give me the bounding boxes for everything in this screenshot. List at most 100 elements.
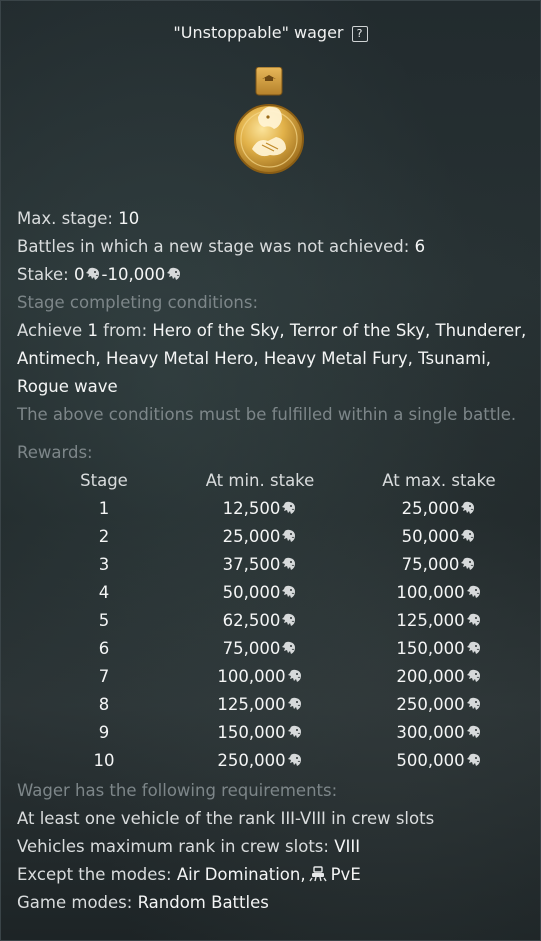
reward-stage: 6 (98, 639, 110, 658)
max-rank-value: VIII (334, 837, 361, 856)
wager-header: "Unstoppable" wager ? (1, 23, 540, 42)
wager-details: Max. stage: 10 Battles in which a new st… (17, 205, 529, 917)
lion-icon (466, 749, 482, 766)
stake-label: Stake: (17, 265, 74, 284)
lion-icon (466, 693, 482, 710)
reward-max-stake-cell: 50,000 (345, 523, 533, 551)
reward-max-stake: 75,000 (401, 555, 460, 574)
max-stage-label: Max. stage: (17, 209, 119, 228)
reward-stage-cell: 9 (33, 719, 175, 747)
lion-icon (287, 693, 303, 710)
except-label: Except the modes: (17, 865, 177, 884)
lion-icon (460, 525, 476, 542)
reward-max-stake-cell: 75,000 (345, 551, 533, 579)
reward-stage-cell: 7 (33, 663, 175, 691)
reward-row: 2 25,000 50,000 (33, 523, 533, 551)
achieve-from: from: (97, 321, 153, 340)
reward-min-stake: 25,000 (222, 527, 281, 546)
header-min-stake: At min. stake (205, 471, 315, 490)
conditions-note: The above conditions must be fulfilled w… (17, 405, 517, 424)
lion-icon (466, 665, 482, 682)
reward-row: 6 75,000 150,000 (33, 635, 533, 663)
reward-stage: 1 (98, 499, 110, 518)
pve-robot-icon (309, 866, 327, 882)
reward-min-stake: 250,000 (217, 751, 286, 770)
reward-max-stake-cell: 150,000 (345, 635, 533, 663)
lion-icon (166, 263, 182, 280)
lion-icon (287, 721, 303, 738)
reward-stage: 7 (98, 667, 110, 686)
reward-max-stake-cell: 25,000 (345, 495, 533, 523)
rewards-header-row: Stage At min. stake At max. stake (33, 467, 533, 495)
reward-max-stake: 125,000 (396, 611, 465, 630)
max-stage-line: Max. stage: 10 (17, 205, 529, 233)
reward-max-stake: 150,000 (396, 639, 465, 658)
reward-row: 1 12,500 25,000 (33, 495, 533, 523)
reward-stage-cell: 6 (33, 635, 175, 663)
requirement-except-modes: Except the modes: Air Domination, PvE (17, 861, 529, 889)
reward-min-stake-cell: 125,000 (175, 691, 345, 719)
header-stage: Stage (80, 471, 128, 490)
reward-stage-cell: 3 (33, 551, 175, 579)
reward-max-stake: 100,000 (396, 583, 465, 602)
reward-max-stake-cell: 250,000 (345, 691, 533, 719)
reward-row: 10 250,000 500,000 (33, 747, 533, 775)
max-rank-label: Vehicles maximum rank in crew slots: (17, 837, 335, 856)
reward-min-stake: 62,500 (222, 611, 281, 630)
reward-min-stake: 150,000 (217, 723, 286, 742)
help-icon[interactable]: ? (351, 26, 368, 42)
lion-icon (466, 637, 482, 654)
lion-icon (281, 581, 297, 598)
medal-icon (234, 67, 304, 174)
reward-stage-cell: 2 (33, 523, 175, 551)
reward-min-stake-cell: 150,000 (175, 719, 345, 747)
game-modes-value: Random Battles (137, 893, 269, 912)
reward-stage: 9 (98, 723, 110, 742)
reward-stage: 3 (98, 555, 110, 574)
reward-min-stake: 100,000 (217, 667, 286, 686)
reward-min-stake: 75,000 (222, 639, 281, 658)
reward-stage: 10 (93, 751, 115, 770)
requirements-title: Wager has the following requirements: (17, 781, 338, 800)
conditions-achieve: Achieve 1 from: Hero of the Sky, Terror … (17, 317, 529, 401)
conditions-title: Stage completing conditions: (17, 293, 259, 312)
reward-min-stake-cell: 62,500 (175, 607, 345, 635)
reward-max-stake: 250,000 (396, 695, 465, 714)
header-max-stake: At max. stake (382, 471, 496, 490)
reward-stage-cell: 5 (33, 607, 175, 635)
except-mode-air-domination: Air Domination, (176, 865, 306, 884)
wager-tooltip-panel: "Unstoppable" wager ? Max. stage: 10 Bat… (0, 0, 541, 941)
reward-max-stake: 500,000 (396, 751, 465, 770)
reward-stage-cell: 4 (33, 579, 175, 607)
reward-min-stake: 50,000 (222, 583, 281, 602)
reward-max-stake: 25,000 (401, 499, 460, 518)
lion-icon (281, 497, 297, 514)
lion-icon (466, 721, 482, 738)
battles-not-achieved-line: Battles in which a new stage was not ach… (17, 233, 529, 261)
reward-stage-cell: 8 (33, 691, 175, 719)
reward-min-stake: 37,500 (222, 555, 281, 574)
reward-row: 3 37,500 75,000 (33, 551, 533, 579)
achieve-count: 1 (87, 321, 98, 340)
rewards-table: Stage At min. stake At max. stake 1 12,50… (33, 467, 533, 775)
reward-min-stake-cell: 37,500 (175, 551, 345, 579)
lion-icon (466, 581, 482, 598)
reward-max-stake-cell: 300,000 (345, 719, 533, 747)
except-mode-pve: PvE (330, 865, 361, 884)
reward-row: 4 50,000 100,000 (33, 579, 533, 607)
lion-icon (460, 553, 476, 570)
game-modes-label: Game modes: (17, 893, 138, 912)
reward-min-stake-cell: 12,500 (175, 495, 345, 523)
lion-icon (281, 525, 297, 542)
max-stage-value: 10 (118, 209, 140, 228)
reward-max-stake-cell: 500,000 (345, 747, 533, 775)
reward-row: 5 62,500 125,000 (33, 607, 533, 635)
reward-stage: 2 (98, 527, 110, 546)
reward-min-stake: 125,000 (217, 695, 286, 714)
reward-min-stake-cell: 250,000 (175, 747, 345, 775)
requirement-vehicle-rank: At least one vehicle of the rank III-VII… (17, 809, 435, 828)
requirement-max-rank: Vehicles maximum rank in crew slots: VII… (17, 833, 529, 861)
reward-min-stake-cell: 100,000 (175, 663, 345, 691)
stake-line: Stake: 0 -10,000 (17, 261, 529, 289)
stake-min: 0 (73, 265, 85, 284)
